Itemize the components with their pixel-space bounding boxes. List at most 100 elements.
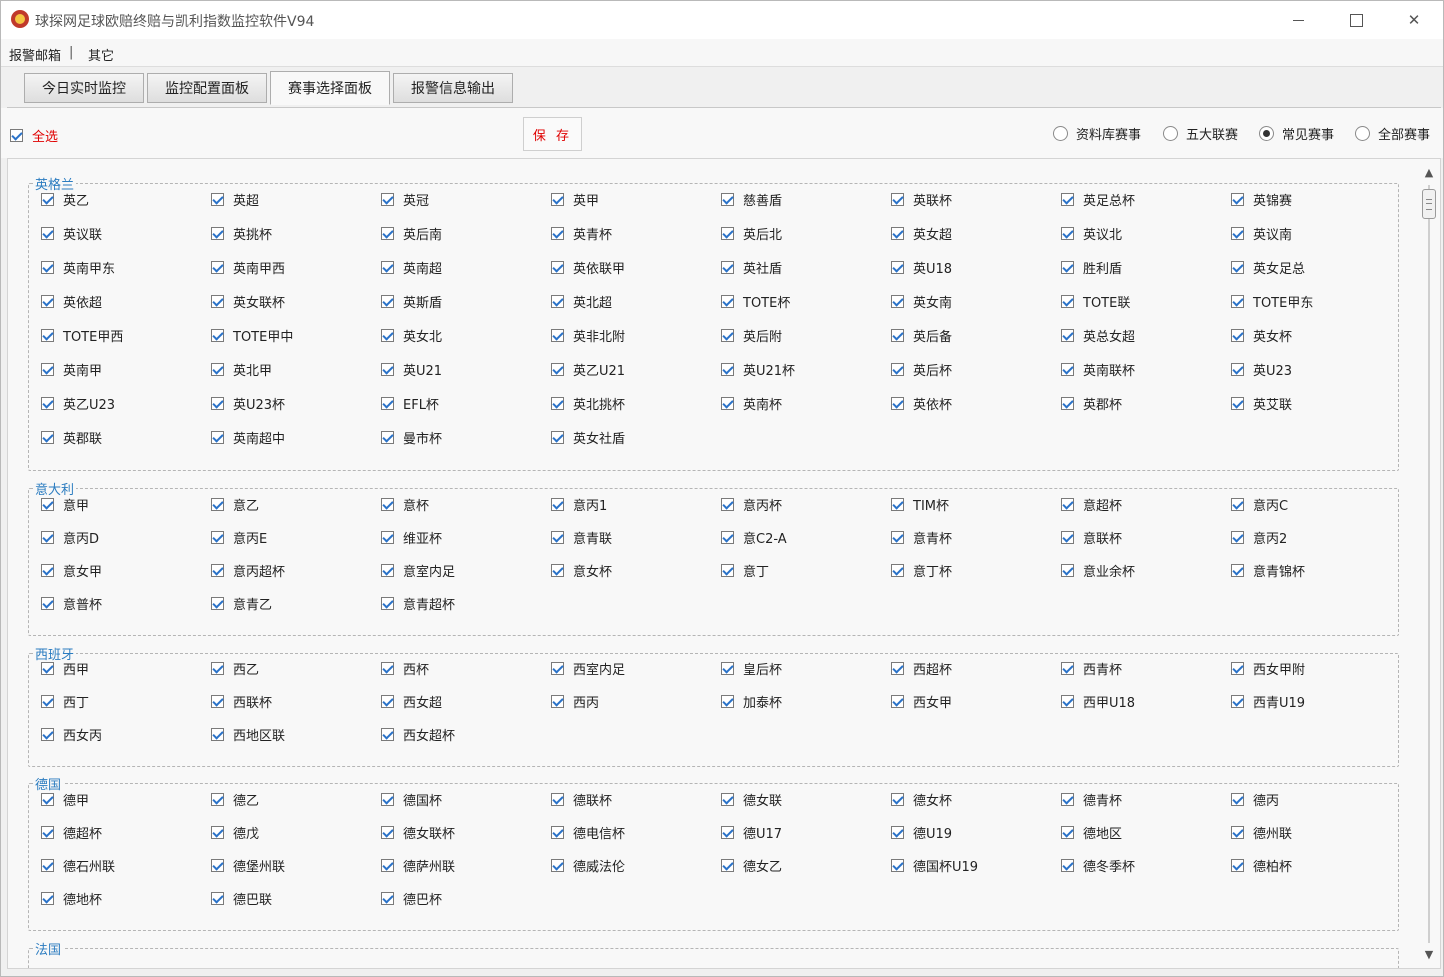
checkbox-box[interactable] (891, 261, 904, 274)
tab-monitor-config[interactable]: 监控配置面板 (147, 73, 267, 103)
league-checkbox[interactable]: 英U21 (381, 360, 442, 379)
checkbox-box[interactable] (211, 728, 224, 741)
league-checkbox[interactable]: 英女超 (891, 224, 952, 243)
checkbox-box[interactable] (1231, 859, 1244, 872)
checkbox-box[interactable] (1231, 531, 1244, 544)
checkbox-box[interactable] (211, 498, 224, 511)
league-checkbox[interactable]: 英U21杯 (721, 360, 795, 379)
league-checkbox[interactable]: 意青超杯 (381, 594, 455, 613)
checkbox-box[interactable] (211, 193, 224, 206)
checkbox-box[interactable] (551, 695, 564, 708)
checkbox-box[interactable] (10, 129, 23, 142)
checkbox-box[interactable] (41, 431, 54, 444)
scroll-thumb[interactable] (1422, 189, 1436, 219)
checkbox-box[interactable] (1231, 261, 1244, 274)
league-checkbox[interactable]: 德女联 (721, 790, 782, 809)
radio-circle[interactable] (1259, 126, 1274, 141)
tab-realtime-monitor[interactable]: 今日实时监控 (24, 73, 144, 103)
league-checkbox[interactable]: 德地杯 (41, 889, 102, 908)
league-checkbox[interactable]: 英女杯 (1231, 326, 1292, 345)
checkbox-box[interactable] (1231, 695, 1244, 708)
league-checkbox[interactable]: 西女甲附 (1231, 659, 1305, 678)
checkbox-box[interactable] (381, 859, 394, 872)
checkbox-box[interactable] (721, 662, 734, 675)
checkbox-box[interactable] (381, 892, 394, 905)
league-checkbox[interactable]: 西女甲 (891, 692, 952, 711)
checkbox-box[interactable] (211, 597, 224, 610)
league-checkbox[interactable]: TIM杯 (891, 495, 949, 514)
checkbox-box[interactable] (1061, 564, 1074, 577)
checkbox-box[interactable] (1061, 695, 1074, 708)
checkbox-box[interactable] (41, 859, 54, 872)
checkbox-box[interactable] (381, 397, 394, 410)
checkbox-box[interactable] (1231, 329, 1244, 342)
vertical-scrollbar[interactable]: ▲ ▼ (1418, 159, 1440, 968)
league-checkbox[interactable]: 意业余杯 (1061, 561, 1135, 580)
league-checkbox[interactable]: 西地区联 (211, 725, 285, 744)
checkbox-box[interactable] (721, 329, 734, 342)
checkbox-box[interactable] (381, 695, 394, 708)
league-checkbox[interactable]: 德巴杯 (381, 889, 442, 908)
checkbox-box[interactable] (1231, 564, 1244, 577)
league-checkbox[interactable]: 英联杯 (891, 190, 952, 209)
league-checkbox[interactable]: 德石州联 (41, 856, 115, 875)
league-checkbox[interactable]: 德女乙 (721, 856, 782, 875)
league-checkbox[interactable]: 英南杯 (721, 394, 782, 413)
league-checkbox[interactable]: 德超杯 (41, 823, 102, 842)
league-checkbox[interactable]: 西丙 (551, 692, 599, 711)
checkbox-box[interactable] (381, 261, 394, 274)
league-checkbox[interactable]: 英后备 (891, 326, 952, 345)
league-checkbox[interactable]: 西丁 (41, 692, 89, 711)
league-checkbox[interactable]: 英北挑杯 (551, 394, 625, 413)
league-checkbox[interactable]: 意丙超杯 (211, 561, 285, 580)
league-checkbox[interactable]: 英依杯 (891, 394, 952, 413)
league-checkbox[interactable]: 西联杯 (211, 692, 272, 711)
league-checkbox[interactable]: 英甲 (551, 190, 599, 209)
checkbox-box[interactable] (41, 662, 54, 675)
league-checkbox[interactable]: 西超杯 (891, 659, 952, 678)
checkbox-box[interactable] (211, 329, 224, 342)
league-checkbox[interactable]: 意丁杯 (891, 561, 952, 580)
league-checkbox[interactable]: 英女足总 (1231, 258, 1305, 277)
radio-circle[interactable] (1355, 126, 1370, 141)
checkbox-box[interactable] (1061, 193, 1074, 206)
league-checkbox[interactable]: 英南甲西 (211, 258, 285, 277)
checkbox-box[interactable] (1061, 329, 1074, 342)
checkbox-box[interactable] (551, 397, 564, 410)
checkbox-box[interactable] (721, 564, 734, 577)
radio-all-matches[interactable]: 全部赛事 (1355, 124, 1430, 143)
league-checkbox[interactable]: 英社盾 (721, 258, 782, 277)
league-checkbox[interactable]: 英冠 (381, 190, 429, 209)
checkbox-box[interactable] (381, 826, 394, 839)
checkbox-box[interactable] (551, 531, 564, 544)
checkbox-box[interactable] (721, 227, 734, 240)
menu-alarm-email[interactable]: 报警邮箱 (9, 45, 61, 64)
league-checkbox[interactable]: 西杯 (381, 659, 429, 678)
checkbox-box[interactable] (211, 695, 224, 708)
league-checkbox[interactable]: 意青联 (551, 528, 612, 547)
checkbox-box[interactable] (381, 193, 394, 206)
checkbox-box[interactable] (41, 261, 54, 274)
league-checkbox[interactable]: 德电信杯 (551, 823, 625, 842)
league-checkbox[interactable]: 英议联 (41, 224, 102, 243)
league-checkbox[interactable]: 英总女超 (1061, 326, 1135, 345)
league-checkbox[interactable]: 西室内足 (551, 659, 625, 678)
checkbox-box[interactable] (551, 363, 564, 376)
league-checkbox[interactable]: 意乙 (211, 495, 259, 514)
checkbox-box[interactable] (551, 859, 564, 872)
league-checkbox[interactable]: 英北超 (551, 292, 612, 311)
checkbox-box[interactable] (41, 531, 54, 544)
league-checkbox[interactable]: 英南甲 (41, 360, 102, 379)
league-checkbox[interactable]: 英南联杯 (1061, 360, 1135, 379)
checkbox-box[interactable] (1231, 793, 1244, 806)
checkbox-box[interactable] (1061, 498, 1074, 511)
league-checkbox[interactable]: 德U19 (891, 823, 952, 842)
league-checkbox[interactable]: TOTE甲东 (1231, 292, 1313, 311)
checkbox-box[interactable] (41, 227, 54, 240)
checkbox-box[interactable] (381, 431, 394, 444)
league-checkbox[interactable]: 曼市杯 (381, 428, 442, 447)
checkbox-box[interactable] (41, 826, 54, 839)
save-button[interactable]: 保 存 (523, 117, 582, 151)
checkbox-box[interactable] (211, 892, 224, 905)
checkbox-box[interactable] (381, 363, 394, 376)
